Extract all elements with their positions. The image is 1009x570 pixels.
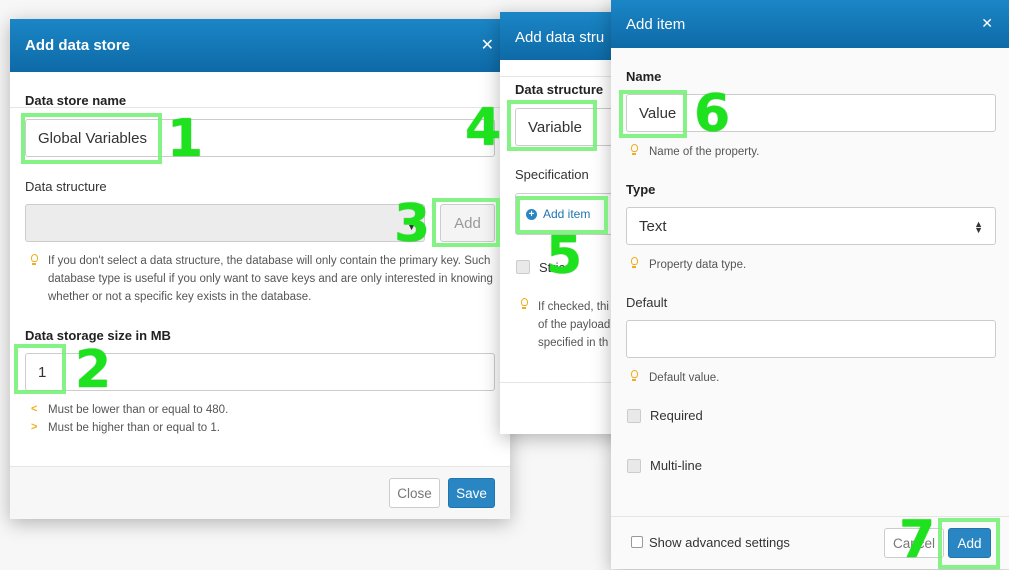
dialog-header: Add data store ✕ bbox=[10, 19, 510, 72]
add-button[interactable]: Add bbox=[948, 528, 991, 558]
add-item-button[interactable]: + Add item bbox=[526, 207, 590, 221]
annotation-number-6: 6 bbox=[694, 84, 731, 144]
multiline-label: Multi-line bbox=[650, 458, 703, 473]
advanced-settings-checkbox[interactable] bbox=[631, 536, 643, 548]
dialog-footer: Show advanced settings Cancel Add bbox=[611, 516, 1009, 569]
annotation-number-5: 5 bbox=[546, 226, 583, 286]
annotation-number-1: 1 bbox=[167, 109, 204, 169]
required-label: Required bbox=[650, 408, 703, 423]
size-hint-max: Must be lower than or equal to 480. bbox=[48, 404, 229, 416]
advanced-settings-label: Show advanced settings bbox=[649, 535, 790, 550]
data-structure-name-value: Variable bbox=[528, 118, 582, 136]
annotation-number-7: 7 bbox=[899, 510, 936, 570]
size-hint-min: Must be higher than or equal to 1. bbox=[48, 422, 220, 434]
strict-hint-line-1: If checked, thi bbox=[538, 301, 609, 313]
item-type-label: Type bbox=[626, 182, 656, 197]
dialog-title: Add item bbox=[626, 16, 686, 33]
item-type-select[interactable]: Text ▲ ▼ bbox=[626, 207, 996, 245]
strict-hint-line-3: specified in th bbox=[538, 337, 609, 349]
dialog-title: Add data stru bbox=[515, 29, 605, 46]
item-default-label: Default bbox=[626, 295, 668, 310]
dialog-footer: Close Save bbox=[10, 466, 510, 519]
item-default-hint: Default value. bbox=[649, 372, 720, 384]
storage-size-value: 1 bbox=[38, 363, 47, 381]
select-arrows-icon: ▲ ▼ bbox=[974, 219, 983, 235]
data-structure-add-button[interactable]: Add bbox=[440, 204, 495, 242]
close-icon[interactable]: ✕ bbox=[481, 38, 494, 54]
data-store-name-label: Data store name bbox=[25, 93, 127, 108]
annotation-number-3: 3 bbox=[394, 194, 431, 254]
dialog-header: Add item ✕ bbox=[611, 0, 1009, 48]
lightbulb-icon bbox=[631, 370, 638, 381]
strict-checkbox[interactable] bbox=[516, 260, 530, 274]
item-type-hint: Property data type. bbox=[649, 259, 747, 271]
item-name-hint: Name of the property. bbox=[649, 146, 760, 158]
item-default-input[interactable] bbox=[626, 320, 996, 358]
multiline-checkbox[interactable] bbox=[627, 459, 641, 473]
close-button[interactable]: Close bbox=[389, 478, 440, 508]
required-checkbox[interactable] bbox=[627, 409, 641, 423]
lightbulb-icon bbox=[521, 298, 528, 309]
data-structure-select[interactable]: ▲ ▼ bbox=[25, 204, 425, 242]
lightbulb-icon bbox=[631, 144, 638, 155]
chevron-left-icon: < bbox=[31, 403, 38, 415]
save-button[interactable]: Save bbox=[448, 478, 495, 508]
specification-label: Specification bbox=[515, 167, 589, 182]
close-icon[interactable]: ✕ bbox=[981, 16, 993, 30]
lightbulb-icon bbox=[631, 257, 638, 268]
dialog-title: Add data store bbox=[25, 37, 131, 54]
data-store-name-value: Global Variables bbox=[38, 129, 147, 147]
annotation-number-2: 2 bbox=[75, 340, 112, 400]
strict-hint-line-2: of the payload bbox=[538, 319, 611, 331]
item-name-value: Value bbox=[639, 104, 677, 122]
add-item-dialog: Add item ✕ Name Value Name of the proper… bbox=[611, 0, 1009, 569]
lightbulb-icon bbox=[31, 254, 38, 265]
annotation-number-4: 4 bbox=[465, 98, 502, 158]
chevron-right-icon: > bbox=[31, 421, 38, 433]
item-name-input[interactable]: Value bbox=[626, 94, 996, 132]
item-name-label: Name bbox=[626, 69, 662, 84]
data-structure-hint: If you don't select a data structure, th… bbox=[48, 255, 493, 303]
plus-circle-icon: + bbox=[526, 208, 537, 220]
item-type-value: Text bbox=[639, 217, 667, 235]
data-store-name-input[interactable]: Global Variables bbox=[25, 119, 495, 157]
data-structure-name-label: Data structure bbox=[515, 82, 604, 97]
data-structure-label: Data structure bbox=[25, 179, 107, 194]
add-data-store-dialog: Add data store ✕ Data store name Global … bbox=[10, 19, 510, 519]
add-item-label: Add item bbox=[543, 207, 591, 221]
